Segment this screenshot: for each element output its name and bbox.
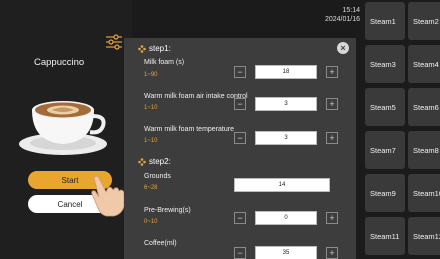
milk-temperature-label: Warm milk foam temperature: [144, 126, 234, 133]
step-marker-icon: [138, 157, 146, 166]
steam-tile[interactable]: Steam12: [408, 217, 440, 255]
step2-title: step2:: [149, 157, 171, 166]
steam-tile[interactable]: Steam2: [408, 2, 440, 40]
coffee-label: Coffee(ml): [144, 240, 177, 247]
milk-temperature-decrement-button[interactable]: −: [234, 132, 246, 144]
grounds-label: Grounds: [144, 173, 171, 180]
milk-temperature-range: 1~10: [144, 138, 158, 144]
pre-brewing-input[interactable]: 0: [255, 211, 317, 225]
air-intake-decrement-button[interactable]: −: [234, 98, 246, 110]
milk-foam-range: 1~90: [144, 72, 158, 78]
coffee-input[interactable]: 35: [255, 246, 317, 259]
steam-tile[interactable]: Steam10: [408, 174, 440, 212]
pointing-hand-icon: [91, 175, 125, 217]
settings-sliders-icon[interactable]: [105, 33, 123, 51]
clock-date: 2024/01/16: [324, 16, 360, 23]
milk-temperature-increment-button[interactable]: +: [326, 132, 338, 144]
milk-temperature-input[interactable]: 3: [255, 131, 317, 145]
cappuccino-cup-image: [19, 101, 107, 155]
milk-foam-input[interactable]: 18: [255, 65, 317, 79]
steam-tile[interactable]: Steam7: [365, 131, 405, 169]
pre-brewing-decrement-button[interactable]: −: [234, 212, 246, 224]
milk-foam-increment-button[interactable]: +: [326, 66, 338, 78]
recipe-settings-panel: × step1: Milk foam (s) 1~90 − 18 + Warm …: [124, 38, 356, 259]
steam-tile[interactable]: Steam5: [365, 88, 405, 126]
milk-foam-stepper: − 18 +: [234, 65, 338, 79]
step-marker-icon: [138, 44, 146, 53]
air-intake-input[interactable]: 3: [255, 97, 317, 111]
product-sidebar: Cappuccino Start Cancel: [0, 0, 132, 259]
pre-brewing-stepper: − 0 +: [234, 211, 338, 225]
pre-brewing-range: 0~10: [144, 219, 158, 225]
product-name: Cappuccino: [34, 57, 85, 68]
step1-title: step1:: [149, 44, 171, 53]
close-button[interactable]: ×: [337, 42, 349, 54]
steam-tile[interactable]: Steam6: [408, 88, 440, 126]
pre-brewing-label: Pre-Brewing(s): [144, 207, 191, 214]
grounds-input[interactable]: 14: [234, 178, 330, 192]
steam-tile[interactable]: Steam3: [365, 45, 405, 83]
steam-tile[interactable]: Steam11: [365, 217, 405, 255]
air-intake-range: 1~10: [144, 105, 158, 111]
air-intake-label: Warm milk foam air intake control: [144, 93, 248, 100]
milk-temperature-stepper: − 3 +: [234, 131, 338, 145]
clock-time: 15:14: [342, 7, 360, 14]
pre-brewing-increment-button[interactable]: +: [326, 212, 338, 224]
coffee-increment-button[interactable]: +: [326, 247, 338, 259]
air-intake-increment-button[interactable]: +: [326, 98, 338, 110]
air-intake-stepper: − 3 +: [234, 97, 338, 111]
clock: 15:14 2024/01/16: [300, 6, 360, 24]
step1-header: step1:: [138, 44, 171, 53]
coffee-decrement-button[interactable]: −: [234, 247, 246, 259]
step2-header: step2:: [138, 157, 171, 166]
coffee-stepper: − 35 +: [234, 246, 338, 259]
steam-tile[interactable]: Steam1: [365, 2, 405, 40]
steam-tile[interactable]: Steam8: [408, 131, 440, 169]
milk-foam-decrement-button[interactable]: −: [234, 66, 246, 78]
grounds-range: 6~28: [144, 185, 158, 191]
milk-foam-label: Milk foam (s): [144, 59, 185, 66]
steam-tile[interactable]: Steam9: [365, 174, 405, 212]
steam-tile[interactable]: Steam4: [408, 45, 440, 83]
